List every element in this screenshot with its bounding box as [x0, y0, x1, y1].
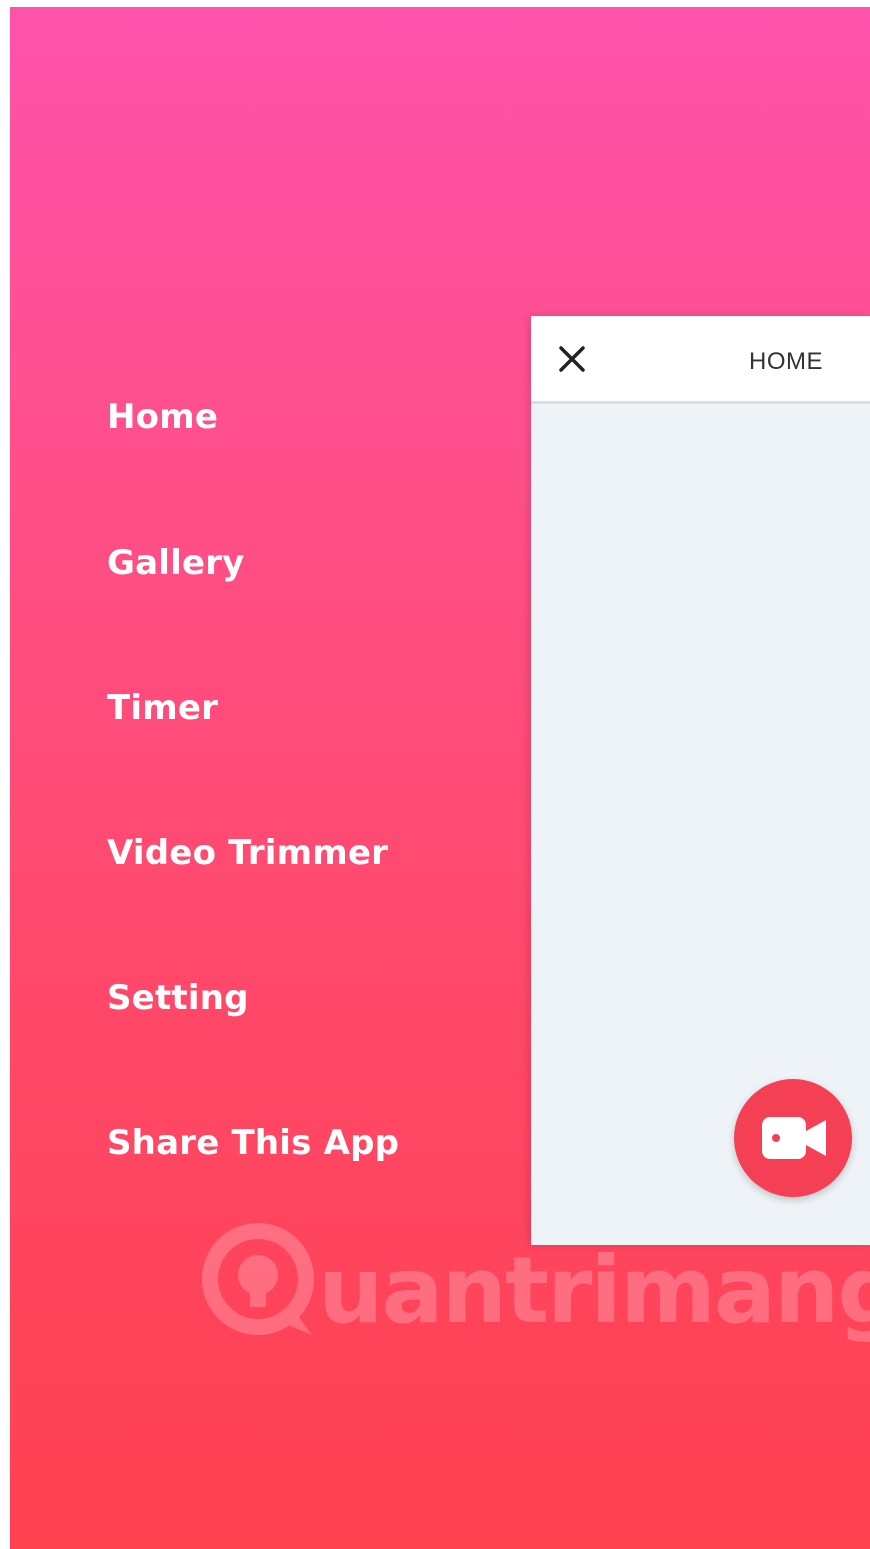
close-icon[interactable]: [555, 342, 589, 376]
side-menu: Home Gallery Timer Video Trimmer Setting…: [107, 7, 527, 1549]
menu-item-share-this-app[interactable]: Share This App: [107, 1123, 399, 1163]
app-screen: Home Gallery Timer Video Trimmer Setting…: [10, 7, 870, 1549]
preview-title: HOME: [749, 348, 823, 375]
menu-item-setting[interactable]: Setting: [107, 978, 249, 1018]
preview-top-bar: HOME: [531, 316, 870, 404]
menu-item-gallery[interactable]: Gallery: [107, 543, 245, 583]
menu-item-timer[interactable]: Timer: [107, 688, 218, 728]
menu-item-home[interactable]: Home: [107, 397, 218, 437]
home-preview-panel[interactable]: HOME: [531, 316, 870, 1245]
record-video-button[interactable]: [734, 1079, 852, 1197]
video-camera-icon: [762, 1117, 826, 1159]
menu-item-video-trimmer[interactable]: Video Trimmer: [107, 833, 388, 873]
